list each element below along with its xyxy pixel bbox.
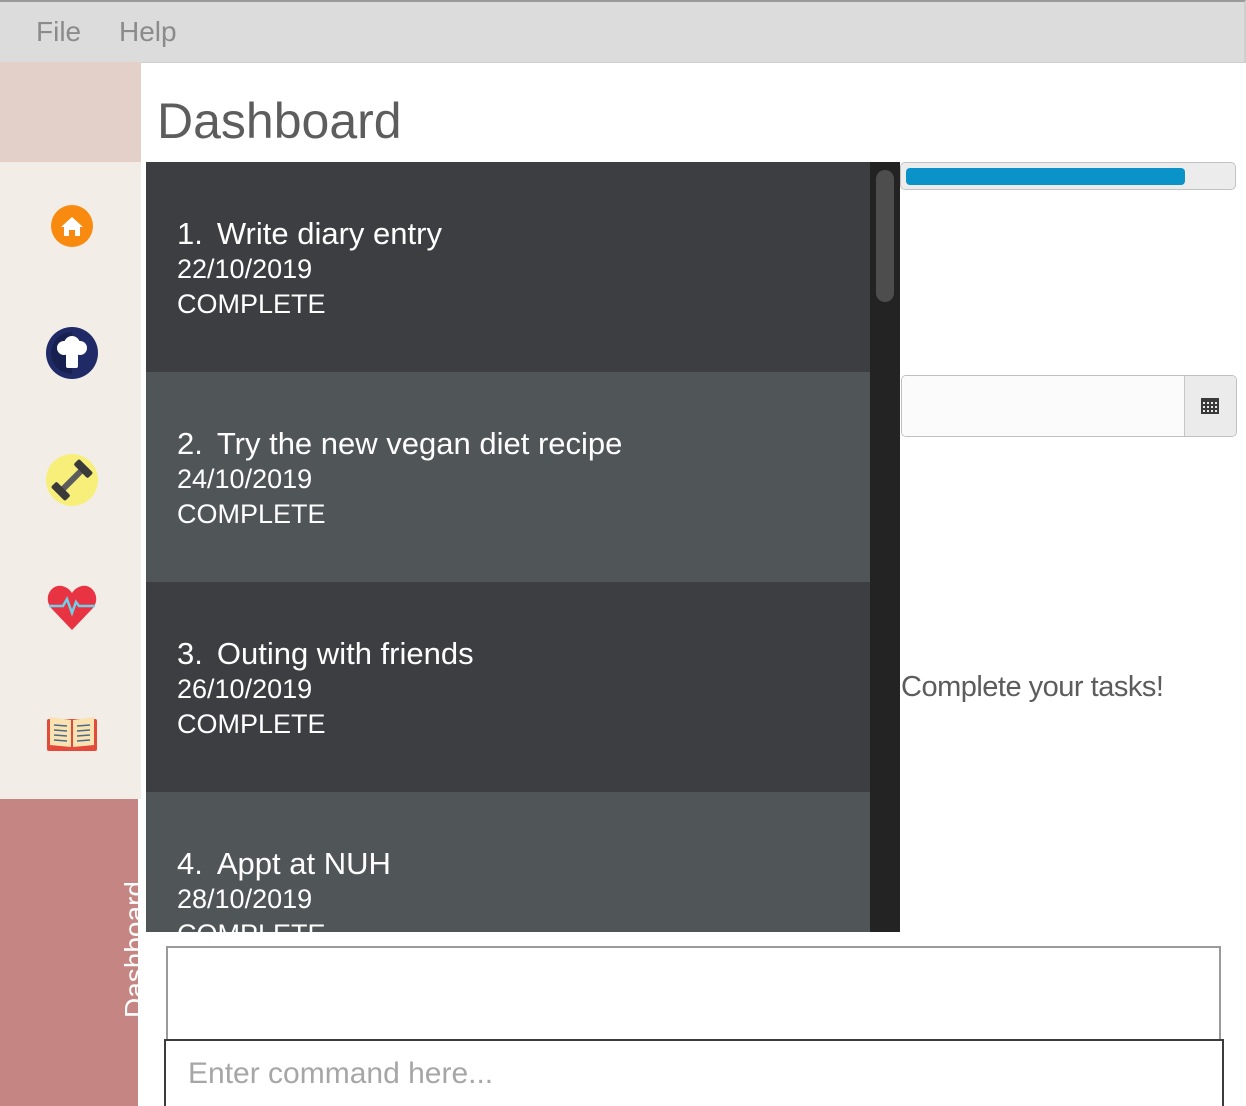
task-status: COMPLETE [177, 709, 326, 739]
date-input[interactable] [902, 376, 1186, 436]
heart-rate-icon [47, 585, 97, 630]
nav-health[interactable] [45, 580, 99, 634]
scrollbar-thumb[interactable] [876, 170, 894, 302]
task-card[interactable]: 1. Write diary entry 22/10/2019 COMPLETE [146, 162, 870, 372]
command-box[interactable] [164, 1039, 1224, 1106]
task-title: 1. Write diary entry [177, 216, 442, 251]
chef-hat-icon [46, 327, 98, 379]
motivation-text: Complete your tasks! [901, 671, 1164, 703]
task-card[interactable]: 2. Try the new vegan diet recipe 24/10/20… [146, 372, 870, 582]
task-title: 4. Appt at NUH [177, 846, 391, 881]
task-title: 3. Outing with friends [177, 636, 474, 671]
command-input[interactable] [166, 1041, 1222, 1106]
task-status: COMPLETE [177, 289, 326, 319]
task-progress-bar [900, 162, 1236, 190]
task-title: 2. Try the new vegan diet recipe [177, 426, 623, 461]
task-list-scrollbar[interactable] [870, 162, 900, 932]
sidebar-active-tab[interactable] [0, 799, 138, 1106]
nav-diet[interactable] [45, 326, 99, 380]
nav-diary[interactable] [45, 707, 99, 761]
task-date: 26/10/2019 [177, 674, 313, 704]
task-status: COMPLETE [177, 919, 326, 932]
task-card[interactable]: 3. Outing with friends 26/10/2019 COMPLET… [146, 582, 870, 792]
task-date: 28/10/2019 [177, 884, 313, 914]
calendar-button[interactable] [1184, 376, 1236, 436]
nav-fitness[interactable] [45, 453, 99, 507]
task-date: 24/10/2019 [177, 464, 313, 494]
task-list[interactable]: 1. Write diary entry 22/10/2019 COMPLETE … [146, 162, 870, 932]
home-icon [51, 205, 93, 247]
result-display [166, 946, 1221, 1042]
sidebar-header [0, 62, 141, 162]
dumbbell-icon [46, 454, 98, 506]
calendar-icon [1201, 398, 1219, 414]
progress-fill [906, 168, 1185, 185]
menu-file[interactable]: File [36, 16, 81, 48]
menu-bar: File Help [0, 0, 1246, 63]
date-picker[interactable] [901, 375, 1237, 437]
task-card[interactable]: 4.Appt at NUH 28/10/2019 COMPLETE [146, 792, 870, 932]
task-status: COMPLETE [177, 499, 326, 529]
page-title: Dashboard [157, 93, 402, 149]
recipe-book-icon [47, 717, 97, 751]
task-date: 22/10/2019 [177, 254, 313, 284]
menu-help[interactable]: Help [119, 16, 177, 48]
nav-home[interactable] [45, 199, 99, 253]
sidebar-nav [0, 162, 141, 799]
